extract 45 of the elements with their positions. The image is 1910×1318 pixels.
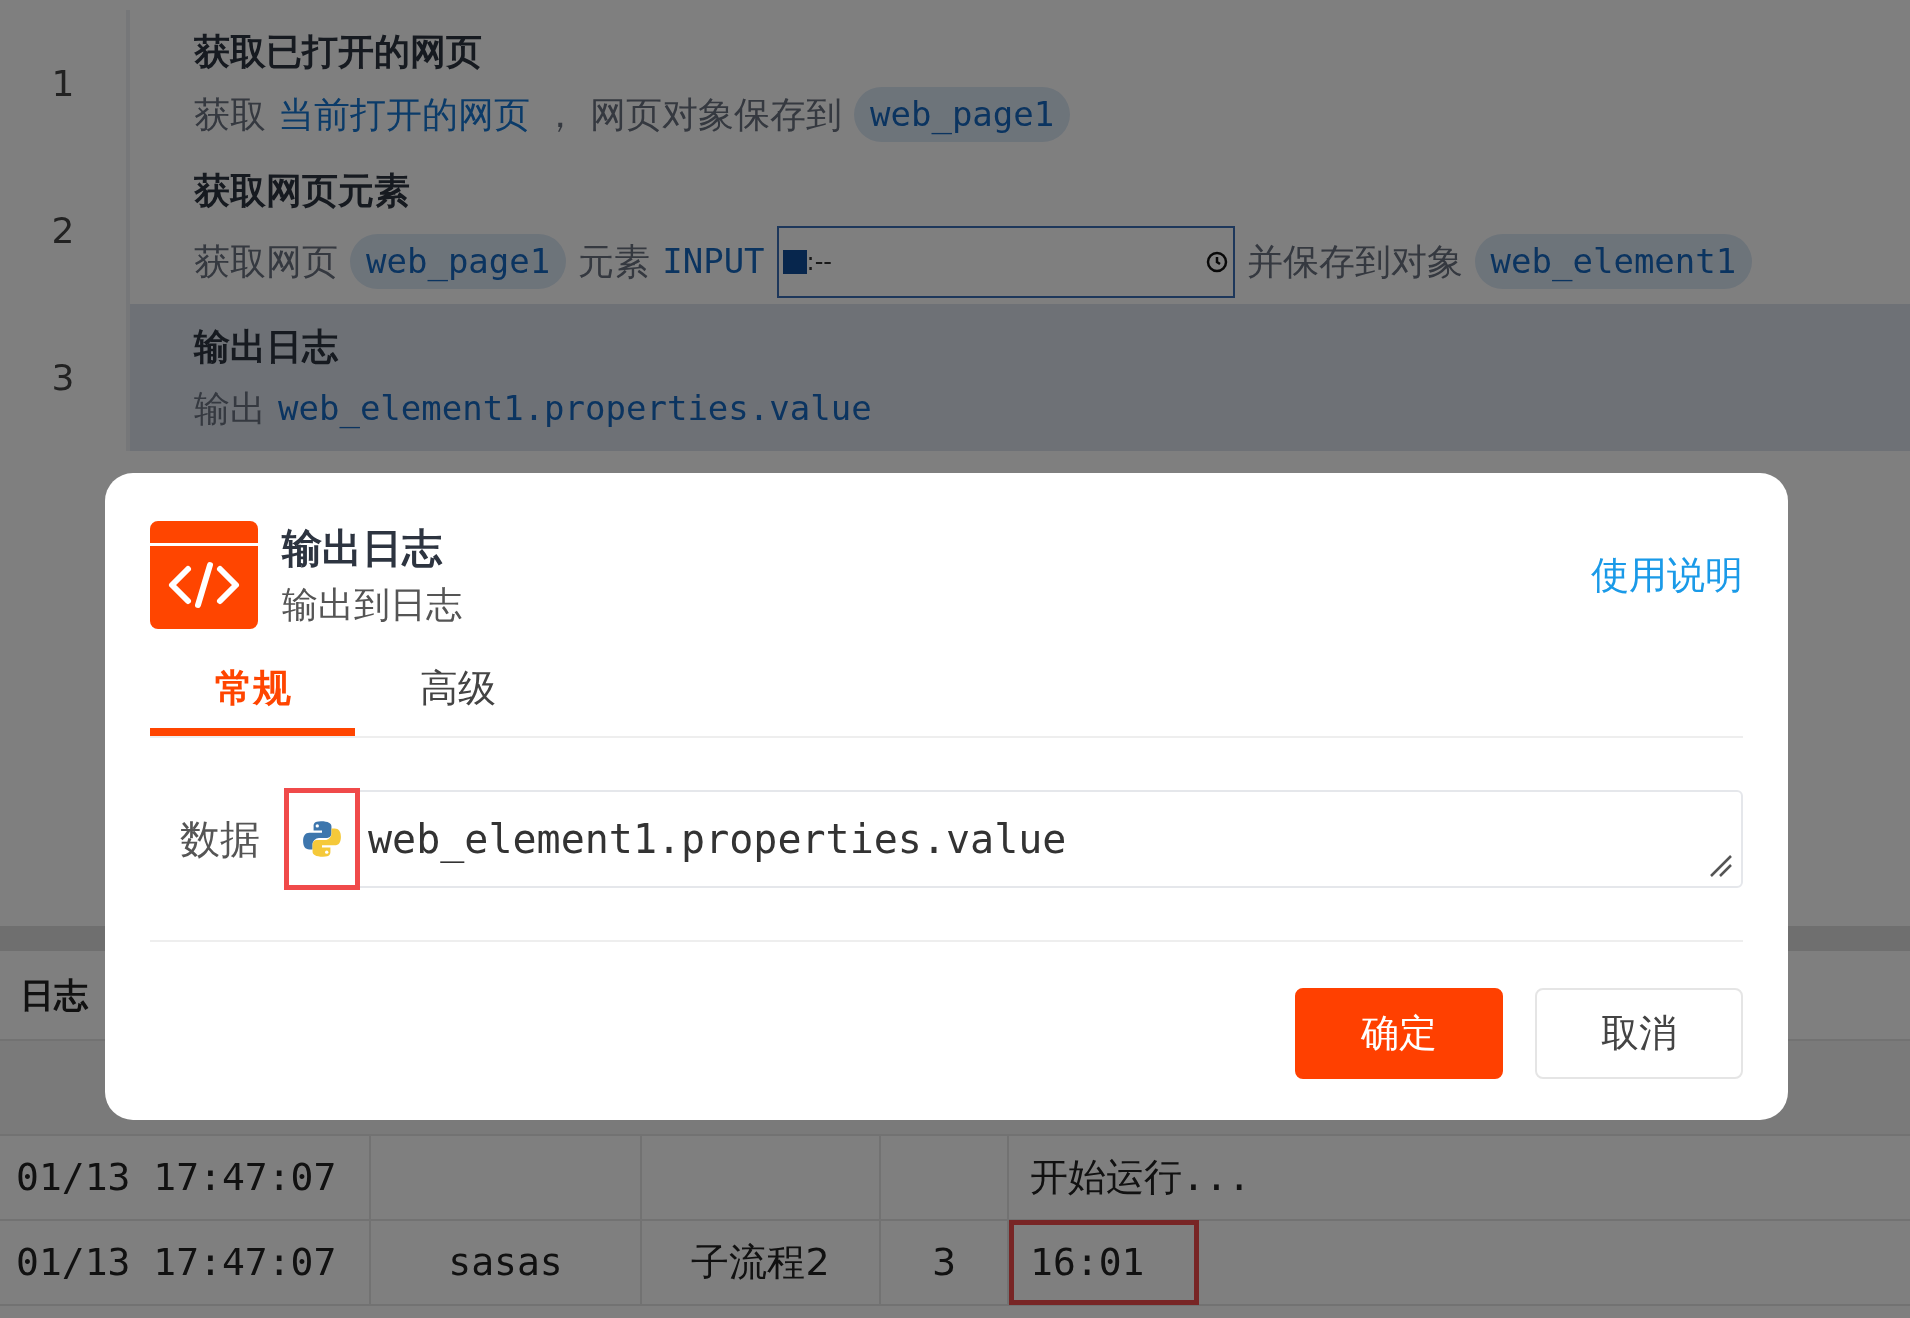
clock-icon[interactable]: [1204, 249, 1229, 274]
python-icon: [301, 818, 343, 860]
step-number: 3: [51, 355, 75, 400]
step-text: 网页对象保存到: [590, 92, 842, 137]
dialog-title: 输出日志: [282, 524, 444, 573]
dialog-tab[interactable]: 常规: [150, 648, 355, 736]
python-icon-frame[interactable]: [284, 788, 360, 890]
step-text: 获取: [194, 92, 266, 137]
log-cell: 子流程2: [642, 1221, 881, 1304]
time-value: :--: [806, 246, 833, 278]
log-message: 开始运行...: [1029, 1154, 1252, 1201]
variable-chip[interactable]: web_element1: [1474, 234, 1753, 289]
code-icon: [150, 521, 258, 629]
step-row[interactable]: 3 输出日志 输出 web_element1.properties.value: [0, 304, 1910, 451]
step-text: ，: [542, 92, 578, 137]
selected-segment: [782, 249, 807, 274]
step-title: 输出日志: [194, 324, 339, 369]
step-number: 2: [51, 208, 75, 253]
step-text: 获取网页: [194, 239, 338, 284]
variable-chip[interactable]: web_page1: [350, 234, 567, 289]
time-field[interactable]: :--: [776, 225, 1235, 298]
dialog-subtitle: 输出到日志: [282, 583, 463, 627]
step-text: 输出: [194, 386, 266, 431]
dialog-button[interactable]: 确定: [1295, 988, 1503, 1079]
step-text: 并保存到对象: [1246, 239, 1463, 284]
step-link[interactable]: 当前打开的网页: [278, 87, 530, 142]
help-link[interactable]: 使用说明: [1591, 546, 1743, 604]
log-cell: sasas: [371, 1221, 642, 1304]
log-message: 16:01: [1009, 1220, 1199, 1305]
dialog-tab[interactable]: 高级: [355, 648, 560, 736]
variable-chip[interactable]: web_page1: [854, 87, 1071, 142]
step-text: 元素: [578, 239, 651, 284]
log-cell: 01/13 17:47:07: [0, 1221, 371, 1304]
step-title: 获取已打开的网页: [194, 30, 483, 74]
data-value: web_element1.properties.value: [367, 815, 1067, 865]
dialog-button[interactable]: 取消: [1535, 988, 1743, 1079]
step-number: 1: [51, 61, 75, 106]
field-label: 数据: [179, 815, 260, 864]
log-cell: 3: [881, 1221, 1009, 1304]
step-title: 获取网页元素: [194, 168, 411, 213]
log-cell: 01/13 17:47:07: [0, 1136, 371, 1219]
data-input[interactable]: web_element1.properties.value: [284, 790, 1743, 888]
code-text: INPUT: [662, 240, 765, 283]
code-text: web_element1.properties.value: [278, 387, 872, 431]
log-title: 日志: [20, 973, 88, 1017]
